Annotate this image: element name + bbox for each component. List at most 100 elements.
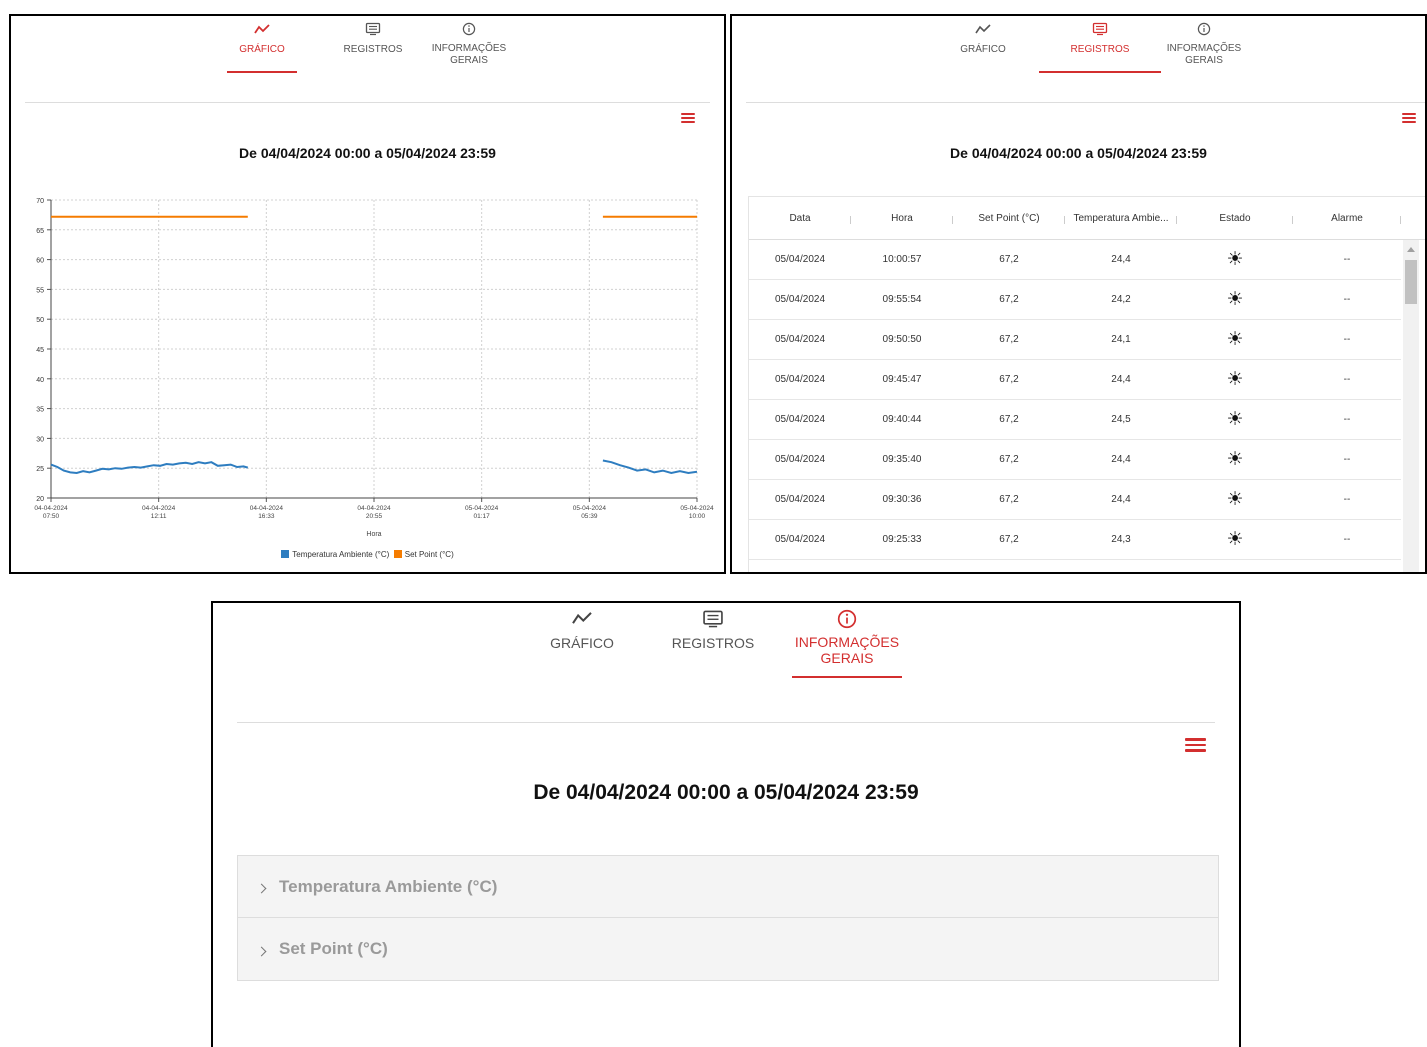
y-tick-label: 35 [36, 407, 44, 414]
info-icon [462, 22, 476, 36]
table-row[interactable]: 05/04/2024 09:35:40 67,2 24,4 ☀ -- [749, 440, 1401, 480]
tab-registros[interactable]: REGISTROS [665, 609, 761, 678]
tab-grafico[interactable]: GRÁFICO [226, 22, 298, 73]
column-header-hora[interactable]: Hora [851, 213, 953, 224]
column-header-estado[interactable]: Estado [1177, 213, 1293, 224]
table-row[interactable]: 05/04/2024 09:45:47 67,2 24,4 ☀ -- [749, 360, 1401, 400]
tab-bar: GRÁFICO REGISTROS INFORMAÇÕES GERAIS [226, 22, 512, 73]
y-tick-label: 60 [36, 258, 44, 265]
table-row[interactable]: 05/04/2024 09:50:50 67,2 24,1 ☀ -- [749, 320, 1401, 360]
date-range-title: De 04/04/2024 00:00 a 05/04/2024 23:59 [239, 145, 496, 161]
cell-estado: ☀ [1177, 450, 1293, 469]
cell-temperatura: 24,5 [1111, 414, 1131, 425]
table-row[interactable]: 05/04/2024 09:40:44 67,2 24,5 ☀ -- [749, 400, 1401, 440]
cell-set-point: 67,2 [999, 454, 1019, 465]
cell-estado: ☀ [1177, 330, 1293, 349]
tab-informacoes-gerais[interactable]: INFORMAÇÕES GERAIS [1161, 22, 1247, 73]
cell-alarme: -- [1343, 254, 1351, 265]
cell-data: 05/04/2024 [774, 534, 826, 545]
cell-estado: ☀ [1177, 250, 1293, 269]
tab-informacoes-gerais[interactable]: INFORMAÇÕES GERAIS [426, 22, 512, 73]
tab-underline [1039, 70, 1161, 73]
tab-grafico-label: GRÁFICO [239, 44, 285, 55]
column-header-data[interactable]: Data [749, 213, 851, 224]
tab-divider [746, 102, 1425, 103]
cell-hora: 09:50:50 [882, 334, 922, 345]
table-row[interactable]: 05/04/2024 09:55:54 67,2 24,2 ☀ -- [749, 280, 1401, 320]
tab-info-label-1: INFORMAÇÕES [1166, 43, 1242, 54]
tab-bar: GRÁFICO REGISTROS INFORMAÇÕES GERAIS [947, 22, 1247, 73]
cell-set-point: 67,2 [999, 374, 1019, 385]
scroll-up-arrow-icon[interactable] [1407, 247, 1415, 252]
table-row[interactable]: 05/04/2024 10:00:57 67,2 24,4 ☀ -- [749, 240, 1401, 280]
tab-grafico[interactable]: GRÁFICO [544, 609, 620, 678]
y-tick-label: 55 [36, 287, 44, 294]
table-row[interactable]: 05/04/2024 09:25:33 67,2 24,3 ☀ -- [749, 520, 1401, 560]
cell-data: 05/04/2024 [774, 454, 826, 465]
series-line-temperatura [602, 459, 698, 475]
tab-info-label-1: INFORMAÇÕES [794, 634, 900, 650]
hamburger-menu-icon[interactable] [1402, 113, 1416, 123]
x-tick-label-time: 05:39 [581, 513, 598, 520]
tab-grafico[interactable]: GRÁFICO [947, 22, 1019, 73]
tab-registros-label: REGISTROS [1070, 44, 1130, 55]
tab-info-label-2: GERAIS [820, 650, 874, 667]
x-tick-label-date: 05-04-2024 [680, 505, 714, 512]
sun-icon: ☀ [1226, 489, 1244, 510]
cell-data: 05/04/2024 [774, 374, 826, 385]
sun-icon: ☀ [1226, 529, 1244, 550]
cell-alarme: -- [1343, 334, 1351, 345]
cell-estado: ☀ [1177, 290, 1293, 309]
hamburger-menu-icon[interactable] [1185, 738, 1206, 752]
y-tick-label: 20 [36, 496, 44, 503]
sun-icon: ☀ [1226, 289, 1244, 310]
tab-registros[interactable]: REGISTROS [340, 22, 406, 73]
sun-icon: ☀ [1226, 449, 1244, 470]
info-accordion: Temperatura Ambiente (°C) Set Point (°C) [237, 855, 1219, 981]
cell-data: 05/04/2024 [774, 254, 826, 265]
cell-hora: 09:35:40 [882, 454, 922, 465]
cell-hora: 09:25:33 [882, 534, 922, 545]
accordion-item-temperatura[interactable]: Temperatura Ambiente (°C) [238, 856, 1218, 918]
cell-data: 05/04/2024 [774, 414, 826, 425]
x-tick-label-date: 05-04-2024 [465, 505, 499, 512]
scroll-thumb[interactable] [1405, 260, 1417, 304]
tab-info-label-2: GERAIS [450, 54, 488, 66]
series-line-temperatura [50, 461, 249, 475]
x-tick-label-time: 20:55 [366, 513, 383, 520]
chevron-right-icon [256, 946, 267, 956]
cell-alarme: -- [1343, 454, 1351, 465]
x-tick-label-time: 10:00 [689, 513, 706, 520]
cell-hora: 10:00:57 [882, 254, 922, 265]
accordion-item-set-point[interactable]: Set Point (°C) [238, 918, 1218, 980]
cell-temperatura: 24,1 [1111, 334, 1131, 345]
y-tick-label: 45 [36, 347, 44, 354]
tab-underline [792, 676, 902, 679]
y-tick-label: 65 [36, 228, 44, 235]
tab-info-label-2: GERAIS [1185, 54, 1223, 66]
cell-temperatura: 24,3 [1111, 534, 1131, 545]
tab-informacoes-gerais[interactable]: INFORMAÇÕES GERAIS [791, 609, 903, 679]
cell-hora: 09:40:44 [882, 414, 922, 425]
records-table: Data Hora Set Point (°C) Temperatura Amb… [748, 196, 1425, 572]
column-header-set-point[interactable]: Set Point (°C) [953, 213, 1065, 224]
cell-set-point: 67,2 [999, 414, 1019, 425]
tab-divider [25, 102, 710, 103]
tab-registros[interactable]: REGISTROS [1039, 22, 1161, 73]
tab-registros-label: REGISTROS [671, 635, 755, 651]
hamburger-menu-icon[interactable] [681, 113, 695, 123]
table-scrollbar[interactable] [1403, 240, 1419, 572]
column-header-temperatura[interactable]: Temperatura Ambie... [1065, 213, 1177, 224]
tab-underline [227, 70, 297, 73]
cell-temperatura: 24,2 [1111, 294, 1131, 305]
cell-alarme: -- [1343, 374, 1351, 385]
list-icon [703, 610, 723, 628]
cell-set-point: 67,2 [999, 254, 1019, 265]
column-header-alarme[interactable]: Alarme [1293, 213, 1401, 224]
y-tick-label: 25 [36, 466, 44, 473]
cell-data: 05/04/2024 [774, 334, 826, 345]
chart-legend: Temperatura Ambiente (°C) Set Point (°C) [11, 550, 724, 559]
table-body: 05/04/2024 10:00:57 67,2 24,4 ☀ -- 05/04/2024 0… [749, 240, 1425, 560]
chart-view-panel: GRÁFICO REGISTROS INFORMAÇÕES GERAIS De … [9, 14, 726, 574]
table-row[interactable]: 05/04/2024 09:30:36 67,2 24,4 ☀ -- [749, 480, 1401, 520]
